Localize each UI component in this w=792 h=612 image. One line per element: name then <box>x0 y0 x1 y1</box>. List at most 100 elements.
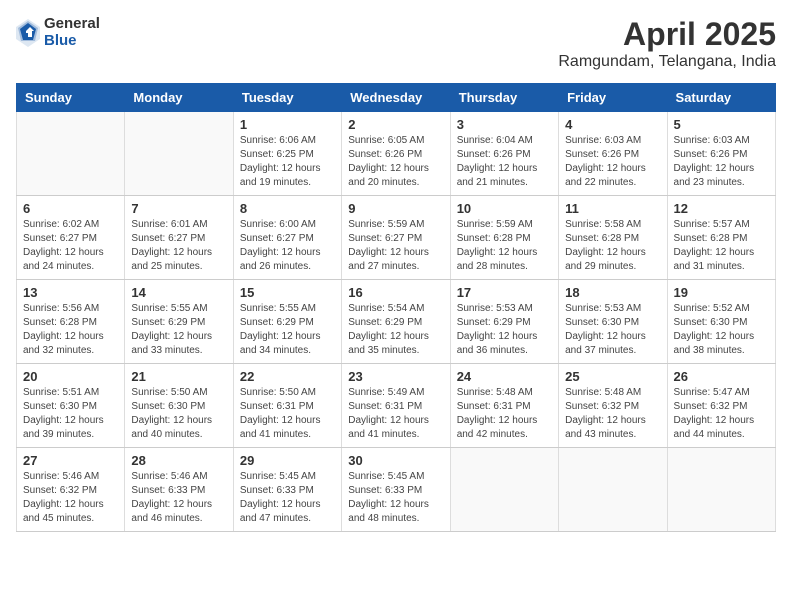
calendar-cell: 21 Sunrise: 5:50 AMSunset: 6:30 PMDayligh… <box>125 364 233 448</box>
calendar-cell: 9 Sunrise: 5:59 AMSunset: 6:27 PMDaylight… <box>342 196 450 280</box>
day-info: Sunrise: 5:50 AMSunset: 6:30 PMDaylight:… <box>131 386 226 442</box>
calendar-cell: 14 Sunrise: 5:55 AMSunset: 6:29 PMDayligh… <box>125 280 233 364</box>
calendar-cell: 28 Sunrise: 5:46 AMSunset: 6:33 PMDayligh… <box>125 448 233 532</box>
calendar-cell: 29 Sunrise: 5:45 AMSunset: 6:33 PMDayligh… <box>233 448 341 532</box>
calendar-cell: 8Sunrise: 6:00 AMSunset: 6:27 PMDaylight… <box>233 196 341 280</box>
day-info: Sunrise: 5:53 AMSunset: 6:30 PMDaylight:… <box>565 302 660 358</box>
day-info: Sunrise: 5:45 AMSunset: 6:33 PMDaylight:… <box>240 470 335 526</box>
day-info: Sunrise: 5:56 AMSunset: 6:28 PMDaylight:… <box>23 302 118 358</box>
day-info: Sunrise: 5:51 AMSunset: 6:30 PMDaylight:… <box>23 386 118 442</box>
week-row-1: 1 Sunrise: 6:06 AMSunset: 6:25 PMDaylight… <box>17 112 776 196</box>
day-info: Sunrise: 6:06 AMSunset: 6:25 PMDaylight:… <box>240 134 335 190</box>
day-number: 19 <box>674 285 769 300</box>
day-number: 10 <box>457 201 552 216</box>
calendar-cell: 27Sunrise: 5:46 AMSunset: 6:32 PMDayligh… <box>17 448 125 532</box>
day-info: Sunrise: 5:54 AMSunset: 6:29 PMDaylight:… <box>348 302 443 358</box>
day-info: Sunrise: 5:46 AMSunset: 6:33 PMDaylight:… <box>131 470 226 526</box>
day-info: Sunrise: 6:02 AMSunset: 6:27 PMDaylight:… <box>23 218 118 274</box>
day-number: 28 <box>131 453 226 468</box>
calendar-cell: 18 Sunrise: 5:53 AMSunset: 6:30 PMDayligh… <box>559 280 667 364</box>
calendar-cell <box>17 112 125 196</box>
location-subtitle: Ramgundam, Telangana, India <box>558 53 776 71</box>
day-number: 13 <box>23 285 118 300</box>
day-info: Sunrise: 6:04 AMSunset: 6:26 PMDaylight:… <box>457 134 552 190</box>
day-info: Sunrise: 5:45 AMSunset: 6:33 PMDaylight:… <box>348 470 443 526</box>
calendar-cell: 30 Sunrise: 5:45 AMSunset: 6:33 PMDayligh… <box>342 448 450 532</box>
day-number: 21 <box>131 369 226 384</box>
day-number: 9 <box>348 201 443 216</box>
calendar-cell: 10 Sunrise: 5:59 AMSunset: 6:28 PMDayligh… <box>450 196 558 280</box>
calendar-cell: 24Sunrise: 5:48 AMSunset: 6:31 PMDayligh… <box>450 364 558 448</box>
calendar-cell: 2Sunrise: 6:05 AMSunset: 6:26 PMDaylight… <box>342 112 450 196</box>
day-number: 29 <box>240 453 335 468</box>
page-header: General Blue April 2025 Ramgundam, Telan… <box>16 16 776 71</box>
day-number: 6 <box>23 201 118 216</box>
day-info: Sunrise: 5:59 AMSunset: 6:28 PMDaylight:… <box>457 218 552 274</box>
calendar-cell: 16 Sunrise: 5:54 AMSunset: 6:29 PMDayligh… <box>342 280 450 364</box>
day-number: 7 <box>131 201 226 216</box>
calendar-cell <box>667 448 775 532</box>
calendar-cell: 19 Sunrise: 5:52 AMSunset: 6:30 PMDayligh… <box>667 280 775 364</box>
day-info: Sunrise: 5:57 AMSunset: 6:28 PMDaylight:… <box>674 218 769 274</box>
day-info: Sunrise: 5:52 AMSunset: 6:30 PMDaylight:… <box>674 302 769 358</box>
calendar-cell: 4 Sunrise: 6:03 AMSunset: 6:26 PMDaylight… <box>559 112 667 196</box>
weekday-header-tuesday: Tuesday <box>233 84 341 112</box>
logo: General Blue <box>16 16 100 49</box>
calendar-cell: 11 Sunrise: 5:58 AMSunset: 6:28 PMDayligh… <box>559 196 667 280</box>
weekday-header-monday: Monday <box>125 84 233 112</box>
week-row-2: 6 Sunrise: 6:02 AMSunset: 6:27 PMDaylight… <box>17 196 776 280</box>
day-number: 25 <box>565 369 660 384</box>
day-number: 20 <box>23 369 118 384</box>
day-number: 2 <box>348 117 443 132</box>
day-info: Sunrise: 5:48 AMSunset: 6:31 PMDaylight:… <box>457 386 552 442</box>
day-number: 14 <box>131 285 226 300</box>
day-number: 11 <box>565 201 660 216</box>
calendar-cell: 26Sunrise: 5:47 AMSunset: 6:32 PMDayligh… <box>667 364 775 448</box>
logo-blue: Blue <box>44 33 100 50</box>
month-year-title: April 2025 <box>558 16 776 53</box>
day-number: 3 <box>457 117 552 132</box>
day-number: 1 <box>240 117 335 132</box>
day-info: Sunrise: 5:59 AMSunset: 6:27 PMDaylight:… <box>348 218 443 274</box>
day-number: 16 <box>348 285 443 300</box>
calendar-cell: 12 Sunrise: 5:57 AMSunset: 6:28 PMDayligh… <box>667 196 775 280</box>
day-number: 30 <box>348 453 443 468</box>
day-number: 5 <box>674 117 769 132</box>
day-number: 17 <box>457 285 552 300</box>
logo-general: General <box>44 16 100 33</box>
weekday-header-wednesday: Wednesday <box>342 84 450 112</box>
day-info: Sunrise: 6:01 AMSunset: 6:27 PMDaylight:… <box>131 218 226 274</box>
title-block: April 2025 Ramgundam, Telangana, India <box>558 16 776 71</box>
calendar-cell: 25 Sunrise: 5:48 AMSunset: 6:32 PMDayligh… <box>559 364 667 448</box>
day-number: 26 <box>674 369 769 384</box>
calendar-cell: 13 Sunrise: 5:56 AMSunset: 6:28 PMDayligh… <box>17 280 125 364</box>
day-number: 12 <box>674 201 769 216</box>
calendar-cell: 7 Sunrise: 6:01 AMSunset: 6:27 PMDaylight… <box>125 196 233 280</box>
day-info: Sunrise: 5:55 AMSunset: 6:29 PMDaylight:… <box>240 302 335 358</box>
day-number: 27 <box>23 453 118 468</box>
logo-icon <box>16 19 40 47</box>
calendar-cell: 23Sunrise: 5:49 AMSunset: 6:31 PMDayligh… <box>342 364 450 448</box>
day-number: 15 <box>240 285 335 300</box>
calendar-cell: 6 Sunrise: 6:02 AMSunset: 6:27 PMDaylight… <box>17 196 125 280</box>
week-row-3: 13 Sunrise: 5:56 AMSunset: 6:28 PMDayligh… <box>17 280 776 364</box>
day-info: Sunrise: 6:03 AMSunset: 6:26 PMDaylight:… <box>674 134 769 190</box>
calendar-cell <box>125 112 233 196</box>
calendar-table: SundayMondayTuesdayWednesdayThursdayFrid… <box>16 83 776 532</box>
day-info: Sunrise: 6:03 AMSunset: 6:26 PMDaylight:… <box>565 134 660 190</box>
day-number: 4 <box>565 117 660 132</box>
day-info: Sunrise: 5:55 AMSunset: 6:29 PMDaylight:… <box>131 302 226 358</box>
calendar-cell: 17Sunrise: 5:53 AMSunset: 6:29 PMDayligh… <box>450 280 558 364</box>
weekday-header-sunday: Sunday <box>17 84 125 112</box>
day-number: 18 <box>565 285 660 300</box>
calendar-cell: 3 Sunrise: 6:04 AMSunset: 6:26 PMDaylight… <box>450 112 558 196</box>
calendar-header-row: SundayMondayTuesdayWednesdayThursdayFrid… <box>17 84 776 112</box>
day-info: Sunrise: 5:50 AMSunset: 6:31 PMDaylight:… <box>240 386 335 442</box>
calendar-cell: 15 Sunrise: 5:55 AMSunset: 6:29 PMDayligh… <box>233 280 341 364</box>
week-row-5: 27Sunrise: 5:46 AMSunset: 6:32 PMDayligh… <box>17 448 776 532</box>
day-info: Sunrise: 5:58 AMSunset: 6:28 PMDaylight:… <box>565 218 660 274</box>
day-number: 23 <box>348 369 443 384</box>
day-info: Sunrise: 5:48 AMSunset: 6:32 PMDaylight:… <box>565 386 660 442</box>
calendar-cell: 22Sunrise: 5:50 AMSunset: 6:31 PMDayligh… <box>233 364 341 448</box>
week-row-4: 20 Sunrise: 5:51 AMSunset: 6:30 PMDayligh… <box>17 364 776 448</box>
